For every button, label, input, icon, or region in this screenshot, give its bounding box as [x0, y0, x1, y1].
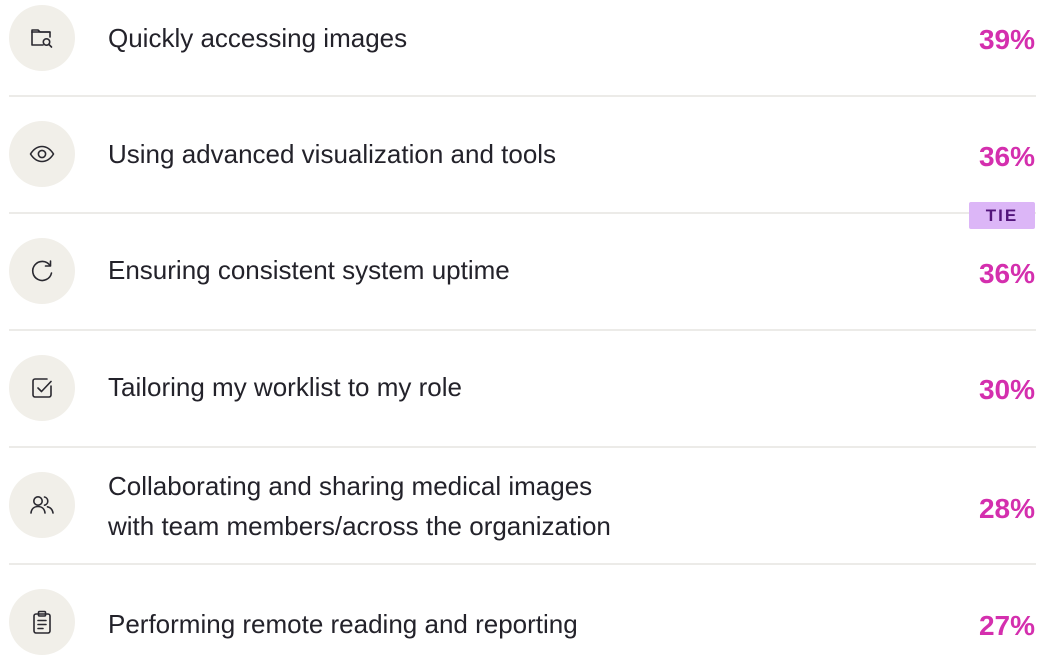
checkbox-icon [9, 355, 75, 421]
percent-value: 27% [978, 610, 1035, 641]
row-label-text: Ensuring consistent system uptime [108, 255, 510, 285]
divider [9, 329, 1036, 331]
row-label: Tailoring my worklist to my role [108, 367, 462, 407]
row-label: Using advanced visualization and tools [108, 134, 556, 174]
row-label-line-2: with team members/across the organizatio… [108, 511, 611, 541]
divider [9, 95, 1036, 97]
row-label: Quickly accessing images [108, 18, 407, 58]
row-label-text: Tailoring my worklist to my role [108, 372, 462, 402]
row-label-text: Using advanced visualization and tools [108, 139, 557, 169]
row-label: Performing remote reading and reporting [108, 604, 578, 644]
clipboard-icon [9, 589, 75, 655]
divider [9, 563, 1036, 565]
row-label-text: Quickly accessing images [108, 23, 408, 53]
row-label: Ensuring consistent system uptime [108, 250, 510, 290]
eye-icon [9, 121, 75, 187]
row-label-text: Performing remote reading and reporting [108, 609, 578, 639]
row-label: Collaborating and sharing medical images… [108, 466, 611, 546]
percent-value: 36% [978, 258, 1035, 289]
percent-value: 36% [978, 141, 1035, 172]
row-label-line-1: Collaborating and sharing medical images [108, 471, 593, 501]
divider [9, 212, 1036, 214]
percent-value: 30% [978, 374, 1035, 405]
folder-search-icon [9, 5, 75, 71]
tie-badge: TIE [969, 202, 1035, 229]
users-icon [9, 472, 75, 538]
divider [9, 446, 1036, 448]
refresh-icon [9, 238, 75, 304]
percent-value: 28% [978, 493, 1035, 524]
percent-value: 39% [978, 24, 1035, 55]
